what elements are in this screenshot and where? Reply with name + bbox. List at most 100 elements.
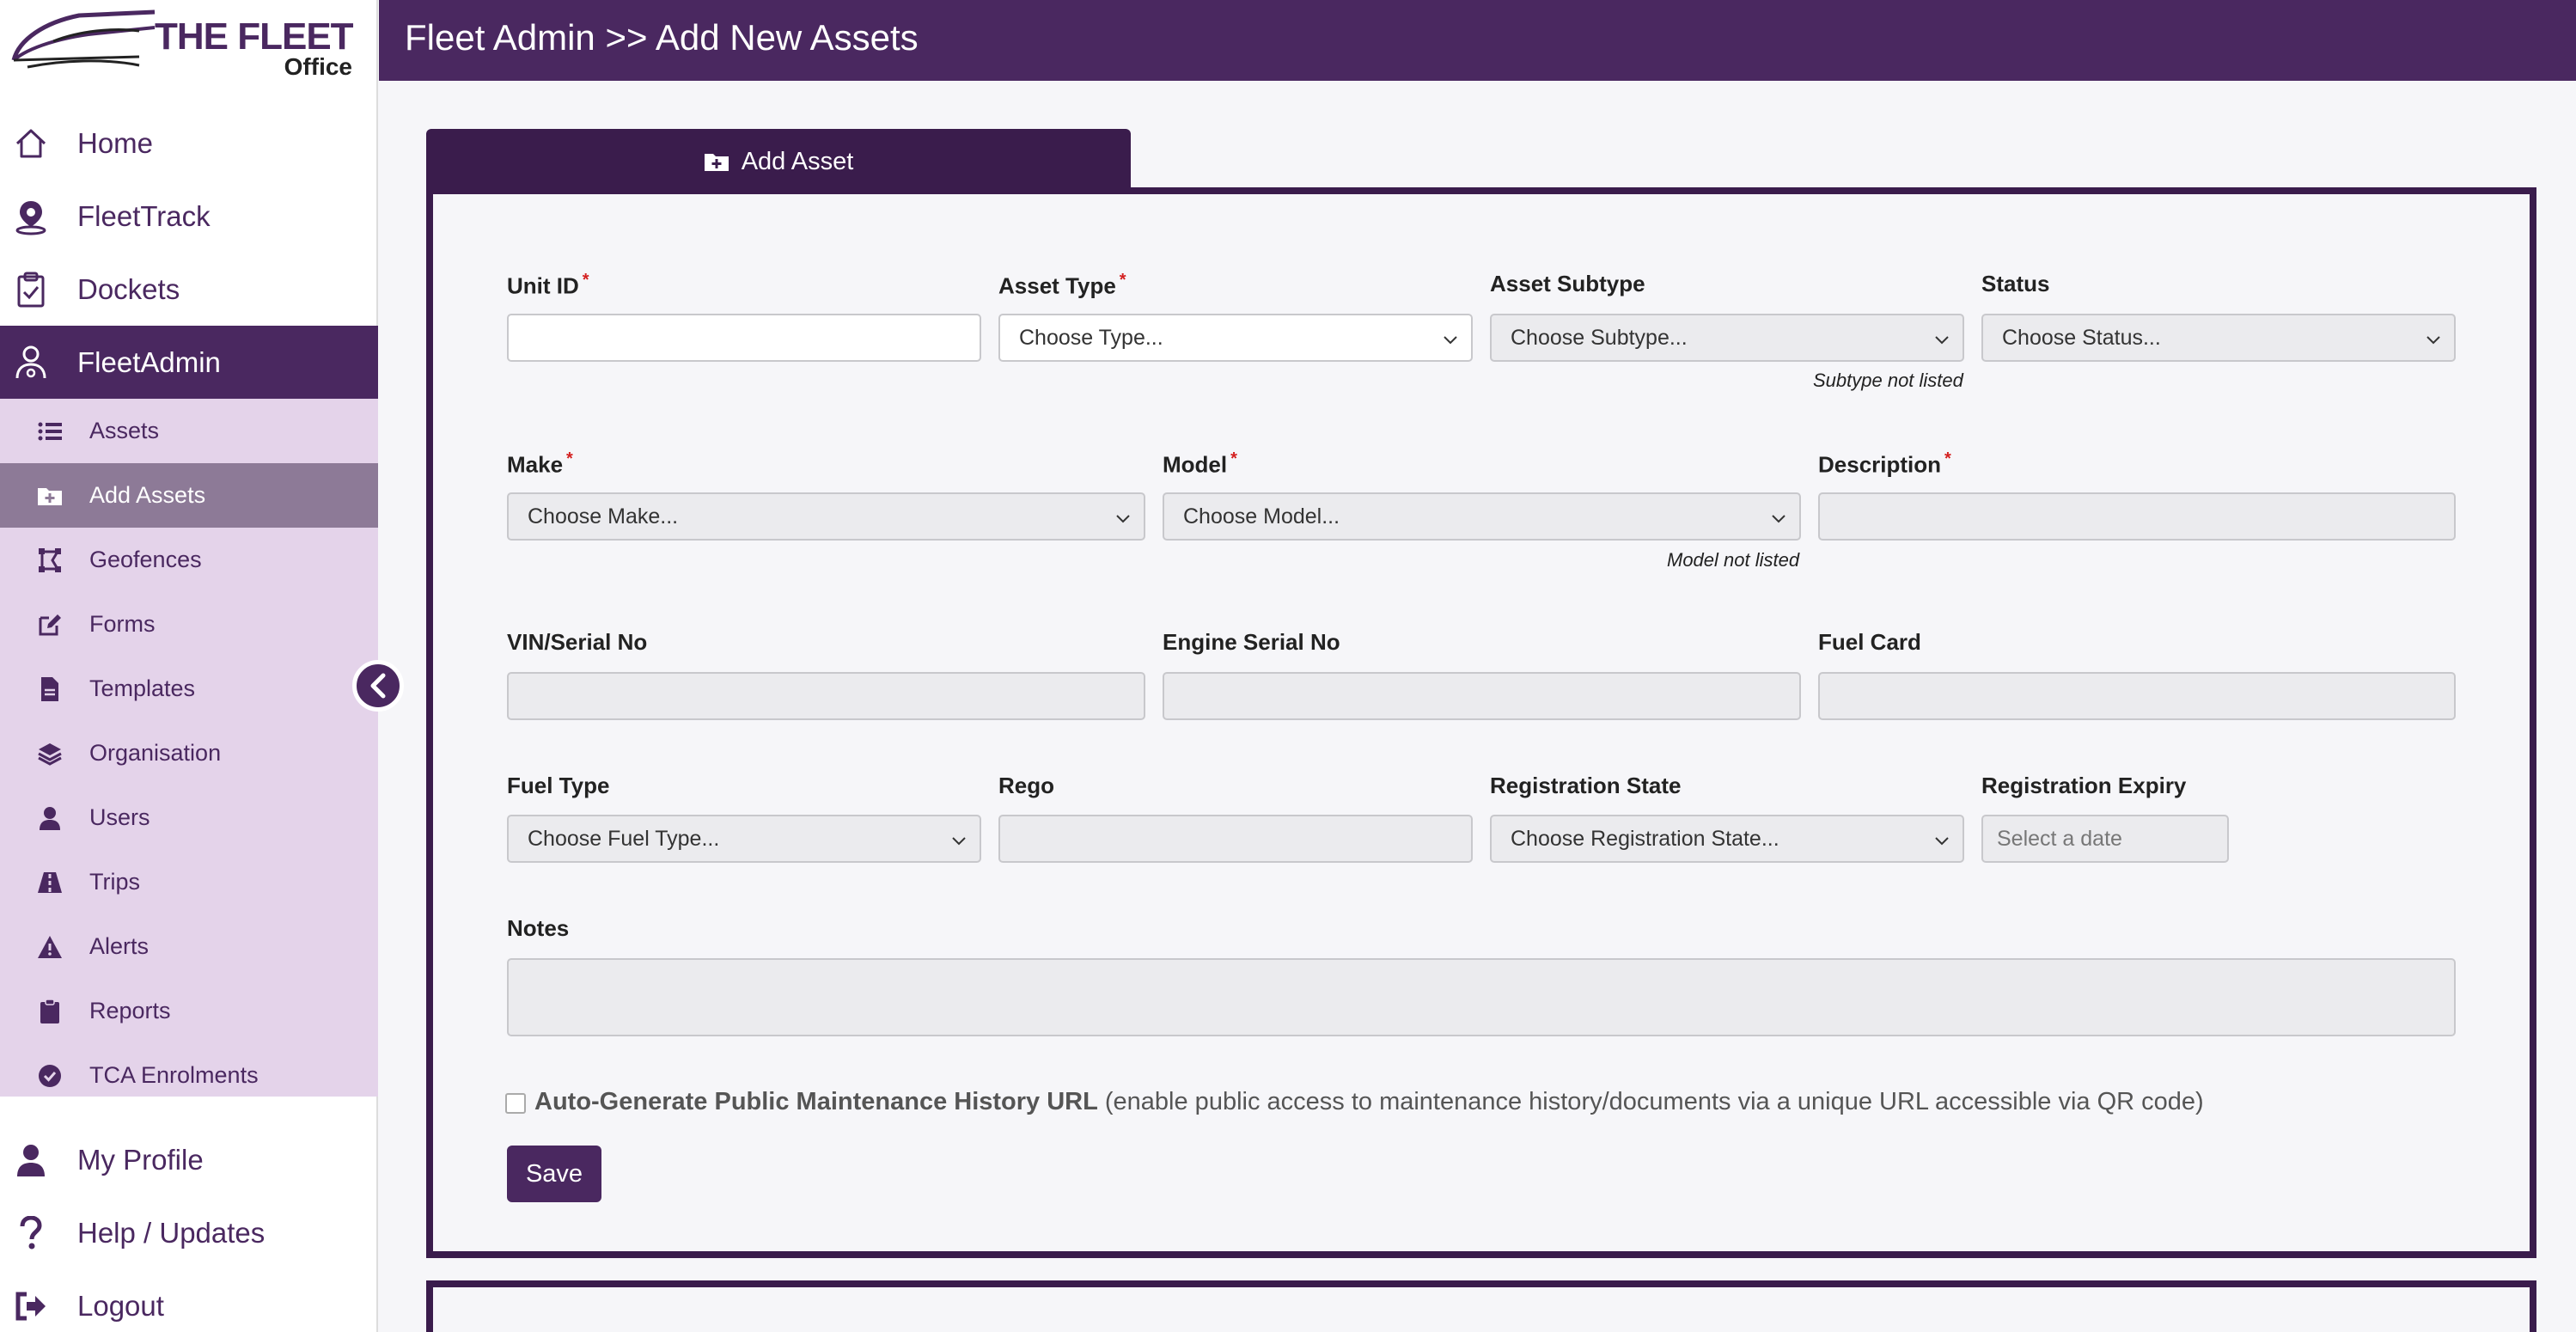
required-marker: * [1944, 449, 1951, 468]
select-value: Choose Subtype... [1511, 325, 1688, 350]
road-icon [36, 869, 64, 896]
date-placeholder: Select a date [1997, 826, 2122, 851]
nav-item-fleetadmin[interactable]: FleetAdmin [0, 326, 378, 399]
sidebar-item-label: Organisation [89, 740, 222, 766]
sidebar-item-templates[interactable]: Templates [0, 657, 378, 721]
edit-icon [36, 611, 64, 639]
list-icon [36, 418, 64, 445]
fuel-card-input[interactable] [1818, 672, 2456, 720]
sidebar-item-tca-enrolments[interactable]: TCA Enrolments [0, 1043, 378, 1108]
nav-label: FleetTrack [77, 199, 211, 232]
nav-item-logout[interactable]: Logout [0, 1269, 378, 1332]
chevron-down-icon [1935, 336, 1949, 345]
registration-expiry-datepicker[interactable]: Select a date [1981, 815, 2229, 863]
description-input[interactable] [1818, 492, 2456, 541]
auto-generate-url-checkbox[interactable] [505, 1093, 526, 1114]
sidebar-item-label: Alerts [89, 933, 150, 959]
sidebar-item-add-assets[interactable]: Add Assets [0, 463, 378, 528]
sidebar-item-label: Add Assets [89, 482, 206, 508]
fuel-type-label: Fuel Type [507, 773, 610, 798]
select-value: Choose Model... [1183, 504, 1340, 529]
sidebar-item-label: TCA Enrolments [89, 1062, 259, 1088]
description-label: Description * [1818, 449, 1951, 478]
fleetadmin-submenu: Assets Add Assets Geofences Forms Templa… [0, 399, 378, 1097]
required-marker: * [1119, 271, 1126, 290]
secondary-panel [426, 1280, 2536, 1332]
sidebar-item-assets[interactable]: Assets [0, 399, 378, 463]
nav-item-my-profile[interactable]: My Profile [0, 1123, 378, 1196]
sidebar-item-organisation[interactable]: Organisation [0, 721, 378, 785]
auto-generate-url-label[interactable]: Auto-Generate Public Maintenance History… [534, 1088, 2204, 1116]
status-label: Status [1981, 271, 2050, 296]
home-icon [12, 125, 50, 162]
engine-serial-input[interactable] [1163, 672, 1801, 720]
sidebar-item-forms[interactable]: Forms [0, 592, 378, 657]
sidebar-item-users[interactable]: Users [0, 785, 378, 850]
chevron-left-icon [370, 673, 386, 699]
asset-type-label: Asset Type * [998, 271, 1126, 299]
model-not-listed-link[interactable]: Model not listed [1667, 549, 1799, 571]
sidebar-item-geofences[interactable]: Geofences [0, 528, 378, 592]
select-value: Choose Make... [528, 504, 679, 529]
chevron-down-icon [1116, 515, 1130, 523]
fuel-type-select[interactable]: Choose Fuel Type... [507, 815, 981, 863]
select-value: Choose Registration State... [1511, 826, 1779, 851]
sidebar-item-label: Geofences [89, 547, 202, 572]
chevron-down-icon [1444, 336, 1457, 345]
nav-label: My Profile [77, 1143, 204, 1176]
model-label: Model * [1163, 449, 1237, 478]
layers-icon [36, 740, 64, 767]
sidebar-item-label: Assets [89, 418, 160, 443]
chevron-down-icon [2426, 336, 2440, 345]
page-header: Fleet Admin >> Add New Assets [379, 0, 2576, 81]
clipboard-check-icon [12, 271, 50, 309]
fuel-card-label: Fuel Card [1818, 629, 1921, 655]
asset-subtype-select[interactable]: Choose Subtype... [1490, 314, 1964, 362]
sidebar-item-reports[interactable]: Reports [0, 979, 378, 1043]
select-value: Choose Status... [2002, 325, 2161, 350]
vin-serial-input[interactable] [507, 672, 1145, 720]
tab-label: Add Asset [741, 147, 854, 175]
nav-item-fleettrack[interactable]: FleetTrack [0, 180, 378, 253]
tab-add-asset[interactable]: Add Asset [426, 129, 1131, 194]
user-icon [36, 804, 64, 832]
sidebar-item-alerts[interactable]: Alerts [0, 914, 378, 979]
asset-subtype-label: Asset Subtype [1490, 271, 1645, 296]
sidebar-item-label: Users [89, 804, 150, 830]
car-logo-icon [11, 9, 156, 69]
registration-expiry-label: Registration Expiry [1981, 773, 2187, 798]
collapse-sidebar-button[interactable] [352, 660, 404, 712]
registration-state-select[interactable]: Choose Registration State... [1490, 815, 1964, 863]
page-title: Fleet Admin >> Add New Assets [405, 17, 919, 58]
save-button[interactable]: Save [507, 1146, 601, 1202]
unit-id-label: Unit ID * [507, 271, 589, 299]
sidebar-item-trips[interactable]: Trips [0, 850, 378, 914]
sidebar-item-label: Templates [89, 675, 196, 701]
unit-id-input[interactable] [507, 314, 981, 362]
file-icon [36, 675, 64, 703]
logo[interactable]: THE FLEET Office [10, 5, 363, 80]
required-marker: * [566, 449, 573, 468]
nav-item-home[interactable]: Home [0, 107, 378, 180]
logo-title: THE FLEET [155, 15, 354, 58]
folder-plus-icon [704, 154, 729, 171]
chevron-down-icon [1772, 515, 1785, 523]
subtype-not-listed-link[interactable]: Subtype not listed [1813, 370, 1963, 392]
nav-item-dockets[interactable]: Dockets [0, 253, 378, 326]
status-select[interactable]: Choose Status... [1981, 314, 2456, 362]
chevron-down-icon [1935, 837, 1949, 846]
nav-label: Logout [77, 1289, 164, 1322]
model-select[interactable]: Choose Model... [1163, 492, 1801, 541]
registration-state-label: Registration State [1490, 773, 1682, 798]
asset-type-select[interactable]: Choose Type... [998, 314, 1473, 362]
vin-serial-label: VIN/Serial No [507, 629, 648, 655]
geofence-icon [36, 547, 64, 574]
nav-item-help[interactable]: Help / Updates [0, 1196, 378, 1269]
make-select[interactable]: Choose Make... [507, 492, 1145, 541]
engine-serial-label: Engine Serial No [1163, 629, 1340, 655]
notes-textarea[interactable] [507, 958, 2456, 1036]
sidebar: THE FLEET Office Home FleetTrack Dockets… [0, 0, 378, 1332]
user-icon [12, 1141, 50, 1179]
rego-input[interactable] [998, 815, 1473, 863]
warning-icon [36, 933, 64, 961]
